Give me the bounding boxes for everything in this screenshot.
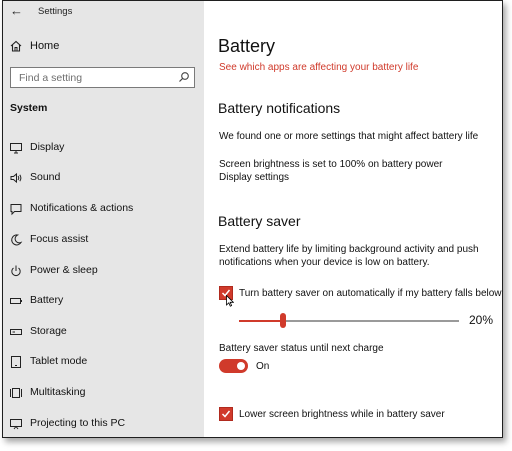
lower-brightness-label: Lower screen brightness while in battery…: [239, 409, 445, 420]
search-icon[interactable]: [178, 71, 190, 83]
power-icon: [11, 265, 21, 276]
monitor-icon: [10, 143, 22, 154]
title-bar: ← Settings: [3, 1, 204, 25]
projector-icon: [10, 419, 22, 430]
section-label: System: [10, 102, 48, 114]
battery-saver-description: Extend battery life by limiting backgrou…: [219, 244, 479, 268]
lower-brightness-checkbox[interactable]: [219, 407, 233, 421]
brightness-text: Screen brightness is set to 100% on batt…: [219, 159, 443, 170]
multitasking-icon: [10, 388, 22, 398]
sidebar-item-label: Sound: [30, 171, 61, 183]
slider-fill: [239, 320, 283, 322]
page-title: Battery: [218, 36, 276, 56]
storage-icon: [10, 329, 22, 335]
sidebar-item-label: Notifications & actions: [30, 202, 134, 214]
sidebar-item-label: Display: [30, 141, 65, 153]
home-label: Home: [30, 40, 60, 52]
home-icon: [10, 40, 22, 52]
battery-saver-heading: Battery saver: [218, 213, 301, 229]
mouse-cursor-icon: [226, 295, 234, 307]
sidebar-item-power-sleep[interactable]: Power & sleep: [3, 259, 204, 283]
battery-saver-toggle[interactable]: [219, 359, 248, 373]
search-input[interactable]: [11, 68, 171, 87]
sidebar-item-label: Power & sleep: [30, 264, 98, 276]
settings-window: ← Settings Home System Disp: [2, 0, 503, 438]
notifications-text: We found one or more settings that might…: [219, 131, 479, 142]
battery-threshold-slider[interactable]: [239, 320, 459, 322]
sidebar-item-label: Focus assist: [30, 233, 89, 245]
checkmark-icon: [221, 410, 231, 418]
sidebar-item-tablet-mode[interactable]: Tablet mode: [3, 350, 204, 374]
moon-icon: [11, 234, 23, 246]
tablet-icon: [11, 356, 21, 368]
sidebar-item-label: Storage: [30, 325, 67, 337]
sidebar-item-sound[interactable]: Sound: [3, 166, 204, 190]
slider-value: 20%: [469, 313, 494, 327]
sidebar-item-battery[interactable]: Battery: [3, 289, 204, 313]
sidebar-item-label: Projecting to this PC: [30, 417, 126, 429]
auto-battery-saver-label: Turn battery saver on automatically if m…: [239, 288, 503, 299]
toggle-state-label: On: [256, 361, 270, 372]
display-settings-link[interactable]: Display settings: [219, 171, 289, 184]
speaker-icon: [10, 172, 22, 184]
toggle-knob: [237, 362, 245, 370]
sidebar-item-multitasking[interactable]: Multitasking: [3, 381, 204, 405]
sidebar-item-label: Tablet mode: [30, 355, 88, 367]
sidebar-item-display[interactable]: Display: [3, 136, 204, 160]
search-box[interactable]: [10, 67, 195, 88]
see-apps-link[interactable]: See which apps are affecting your batter…: [219, 62, 418, 73]
sidebar: ← Settings Home System Disp: [3, 1, 204, 437]
notifications-icon: [10, 204, 22, 216]
sidebar-item-notifications[interactable]: Notifications & actions: [3, 197, 204, 221]
main-content: Battery See which apps are affecting you…: [204, 1, 502, 437]
sidebar-item-label: Multitasking: [30, 386, 86, 398]
sidebar-item-focus-assist[interactable]: Focus assist: [3, 228, 204, 252]
sidebar-item-label: Battery: [30, 294, 64, 306]
slider-thumb[interactable]: [280, 313, 286, 328]
sidebar-item-projecting[interactable]: Projecting to this PC: [3, 412, 204, 436]
sidebar-item-storage[interactable]: Storage: [3, 320, 204, 344]
back-arrow-icon[interactable]: ←: [10, 4, 23, 18]
battery-icon: [10, 298, 22, 304]
home-nav-item[interactable]: Home: [3, 37, 204, 59]
window-title: Settings: [38, 6, 73, 17]
saver-status-label: Battery saver status until next charge: [219, 343, 384, 354]
notifications-heading: Battery notifications: [218, 100, 341, 116]
